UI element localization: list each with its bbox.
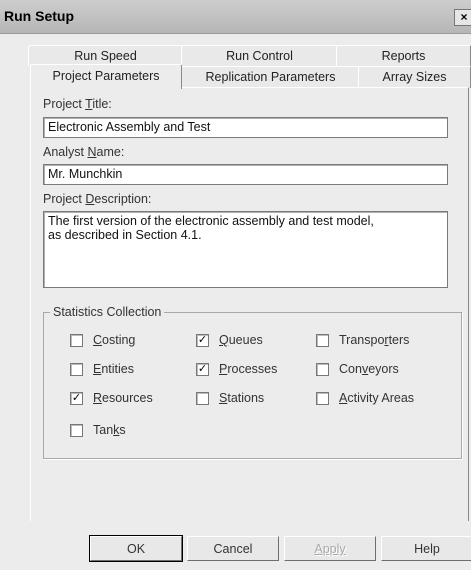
project-description-label: Project Description: bbox=[43, 192, 152, 206]
ok-button[interactable]: OK bbox=[89, 535, 183, 562]
analyst-name-input[interactable]: Mr. Munchkin bbox=[43, 164, 448, 185]
tab-run-speed[interactable]: Run Speed bbox=[28, 45, 183, 66]
cancel-button[interactable]: Cancel bbox=[187, 536, 279, 561]
checkbox-box bbox=[70, 424, 83, 437]
statistics-collection-label: Statistics Collection bbox=[50, 305, 165, 319]
checkmark-icon: ✓ bbox=[196, 363, 209, 376]
project-title-label: Project Title: bbox=[43, 97, 112, 111]
tab-run-control[interactable]: Run Control bbox=[181, 45, 338, 66]
project-title-input[interactable]: Electronic Assembly and Test bbox=[43, 117, 448, 138]
checkbox-box bbox=[196, 392, 209, 405]
checkbox-box bbox=[316, 392, 329, 405]
checkbox-box bbox=[316, 363, 329, 376]
run-setup-dialog: Run Setup × Run Speed Run Control Report… bbox=[0, 0, 471, 570]
tab-array-sizes[interactable]: Array Sizes bbox=[358, 66, 471, 88]
tab-project-parameters[interactable]: Project Parameters bbox=[30, 64, 182, 89]
apply-button[interactable]: Apply bbox=[284, 536, 376, 561]
description-line-2: as described in Section 4.1. bbox=[48, 228, 202, 242]
window-title: Run Setup bbox=[4, 8, 74, 24]
tab-replication-parameters[interactable]: Replication Parameters bbox=[181, 66, 360, 88]
tab-reports[interactable]: Reports bbox=[336, 45, 471, 66]
checkbox-box bbox=[316, 334, 329, 347]
close-icon[interactable]: × bbox=[454, 9, 471, 26]
checkmark-icon: ✓ bbox=[196, 334, 209, 347]
analyst-name-label: Analyst Name: bbox=[43, 145, 125, 159]
project-description-textarea[interactable]: The first version of the electronic asse… bbox=[43, 211, 448, 288]
title-bar[interactable]: Run Setup × bbox=[0, 0, 471, 34]
description-line-1: The first version of the electronic asse… bbox=[48, 214, 374, 228]
help-button[interactable]: Help bbox=[381, 536, 471, 561]
checkbox-box bbox=[70, 334, 83, 347]
checkmark-icon: ✓ bbox=[70, 392, 83, 405]
checkbox-box bbox=[70, 363, 83, 376]
